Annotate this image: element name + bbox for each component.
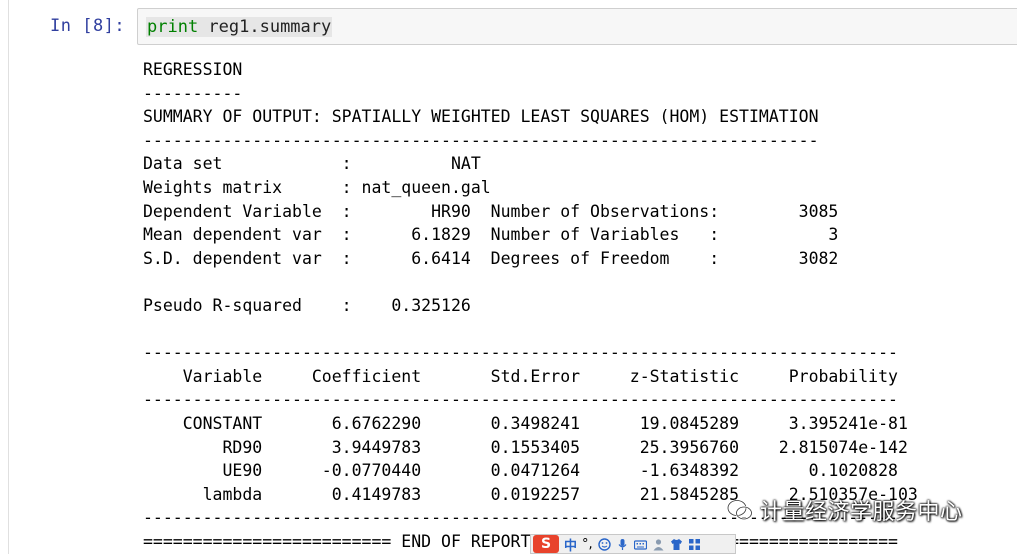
output-line: Weights matrix : nat_queen.gal [143, 177, 491, 197]
output-line: ----------------------------------------… [143, 343, 898, 363]
output-line: ----------------------------------------… [143, 130, 819, 150]
output-line: Data set : NAT [143, 154, 481, 174]
ime-mode-toggle[interactable]: 中 [564, 535, 577, 554]
keyboard-icon[interactable] [633, 538, 647, 551]
output-line: CONSTANT 6.6762290 0.3498241 19.0845289 … [143, 413, 908, 433]
output-line: REGRESSION [143, 60, 243, 79]
output-line: UE90 -0.0770440 0.0471264 -1.6348392 0.1… [143, 461, 898, 481]
ime-logo[interactable]: S [533, 535, 559, 553]
output-line: SUMMARY OF OUTPUT: SPATIALLY WEIGHTED LE… [143, 107, 819, 127]
user-icon[interactable] [652, 538, 665, 551]
output-line: Variable Coefficient Std.Error z-Statist… [143, 366, 898, 386]
shirt-icon[interactable] [670, 538, 683, 551]
watermark: 计量经济学服务中心 [726, 496, 963, 525]
output-line: S.D. dependent var : 6.6414 Degrees of F… [143, 248, 839, 268]
ime-punct-toggle[interactable]: °, [582, 537, 593, 552]
output-line: RD90 3.9449783 0.1553405 25.3956760 2.81… [143, 437, 908, 457]
watermark-text: 计量经济学服务中心 [760, 500, 963, 525]
cell-output: REGRESSION ---------- SUMMARY OF OUTPUT:… [143, 58, 918, 553]
grid-icon[interactable] [688, 538, 701, 551]
notebook-left-gutter [0, 0, 9, 554]
output-line: ========================= END OF REPORT … [143, 531, 898, 551]
output-line: Mean dependent var : 6.1829 Number of Va… [143, 225, 839, 245]
output-line: ----------------------------------------… [143, 390, 898, 410]
output-line: Dependent Variable : HR90 Number of Obse… [143, 201, 839, 221]
input-prompt: In [8]: [50, 16, 126, 36]
output-line: Pseudo R-squared : 0.325126 [143, 295, 471, 315]
output-line: ---------- [143, 83, 243, 103]
code-input-cell[interactable]: print reg1.summary [137, 8, 1017, 45]
ime-toolbar[interactable]: S 中 °, [530, 534, 736, 554]
code-keyword: print [147, 17, 199, 37]
smiley-icon[interactable] [597, 537, 611, 551]
wechat-icon [727, 499, 753, 520]
code-line[interactable]: print reg1.summary [146, 17, 333, 37]
microphone-icon[interactable] [616, 538, 629, 551]
code-expression: reg1.summary [198, 17, 332, 37]
